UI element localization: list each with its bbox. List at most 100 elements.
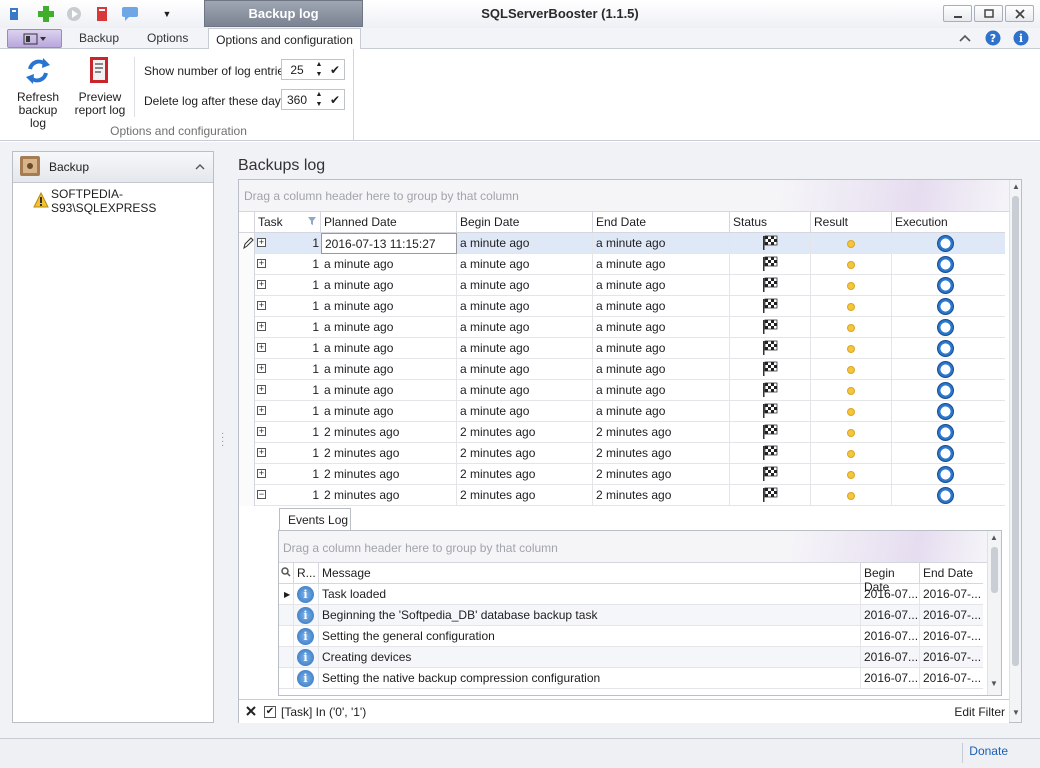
planned-date-cell[interactable]: 2 minutes ago [321,422,457,443]
column-header-message[interactable]: Message [319,563,861,584]
donate-link[interactable]: Donate [969,744,1008,758]
clear-filter-icon[interactable] [246,705,256,719]
file-menu-button[interactable] [7,29,62,48]
table-row[interactable]: +1 a minute ago a minute ago a minute ago [239,296,1005,317]
refresh-backup-log-button[interactable]: Refresh backup log [9,53,67,130]
expand-row-icon[interactable]: + [257,406,266,415]
events-vertical-scrollbar[interactable]: ▲ ▼ [987,531,1001,695]
apply-check-icon[interactable]: ✔ [326,93,344,107]
tab-backup[interactable]: Backup [79,31,119,45]
planned-date-cell[interactable]: a minute ago [321,401,457,422]
table-row[interactable]: −1 2 minutes ago 2 minutes ago 2 minutes ag… [239,485,1005,506]
report-icon[interactable] [92,4,112,24]
tab-events-log[interactable]: Events Log [279,508,351,530]
collapse-ribbon-icon[interactable] [958,31,972,48]
backup-panel-header[interactable]: Backup [13,152,213,183]
column-header-task[interactable]: Task [255,212,321,233]
about-icon[interactable]: i [1013,30,1029,49]
help-icon[interactable]: ? [985,30,1001,49]
table-row[interactable]: +1 a minute ago a minute ago a minute ago [239,317,1005,338]
run-icon[interactable] [64,4,84,24]
delete-days-spinner[interactable]: 360 ▲ ▼ ✔ [281,89,345,110]
column-header-r[interactable]: R... [294,563,319,584]
delete-days-value[interactable]: 360 [282,93,312,107]
result-cell [811,275,892,296]
list-item[interactable]: i Setting the general configuration 2016-0… [279,626,983,647]
table-row[interactable]: +1 a minute ago a minute ago a minute ago [239,401,1005,422]
planned-date-cell[interactable]: a minute ago [321,317,457,338]
finish-flag-icon [761,235,779,254]
log-entries-spinner[interactable]: 25 ▲ ▼ ✔ [281,59,345,80]
column-header-end-date[interactable]: End Date [593,212,730,233]
find-icon[interactable] [279,563,294,584]
expand-row-icon[interactable]: + [257,238,266,247]
list-item[interactable]: i Creating devices 2016-07... 2016-07-... [279,647,983,668]
column-header-result[interactable]: Result [811,212,892,233]
group-by-panel[interactable]: Drag a column header here to group by th… [239,180,1009,212]
expand-row-icon[interactable]: + [257,364,266,373]
filter-icon[interactable] [308,214,316,228]
table-row[interactable]: +1 2 minutes ago 2 minutes ago 2 minutes ag… [239,443,1005,464]
close-button[interactable] [1005,5,1034,22]
planned-date-cell[interactable]: 2 minutes ago [321,485,457,506]
table-row[interactable]: +1 a minute ago a minute ago a minute ago [239,359,1005,380]
tab-options[interactable]: Options [147,31,188,45]
planned-date-cell[interactable]: 2016-07-13 11:15:27 [321,233,457,254]
filter-enabled-checkbox[interactable]: ✔ [264,705,276,718]
planned-date-cell[interactable]: a minute ago [321,380,457,401]
table-row[interactable]: +1 a minute ago a minute ago a minute ago [239,338,1005,359]
minimize-button[interactable] [943,5,972,22]
tab-options-and-configuration[interactable]: Options and configuration [208,28,361,50]
table-row[interactable]: +1 2 minutes ago 2 minutes ago 2 minutes ag… [239,422,1005,443]
expand-row-icon[interactable]: + [257,280,266,289]
planned-date-cell[interactable]: a minute ago [321,254,457,275]
message-icon[interactable] [120,4,140,24]
panel-splitter[interactable]: · · · · [221,429,224,451]
expand-row-icon[interactable]: + [257,343,266,352]
planned-date-cell[interactable]: a minute ago [321,338,457,359]
customize-toolbar-icon[interactable]: ▼ [157,4,177,24]
table-row[interactable]: +1 2016-07-13 11:15:27 a minute ago a minut… [239,233,1005,254]
planned-date-cell[interactable]: a minute ago [321,275,457,296]
preview-report-log-button[interactable]: Preview report log [71,53,129,117]
edit-filter-link[interactable]: Edit Filter [954,705,1005,719]
table-row[interactable]: +1 a minute ago a minute ago a minute ago [239,380,1005,401]
add-icon[interactable] [36,4,56,24]
column-header-event-begin-date[interactable]: Begin Date [861,563,920,594]
app-menu-icon[interactable] [4,4,24,24]
expand-row-icon[interactable]: + [257,301,266,310]
expand-row-icon[interactable]: + [257,259,266,268]
column-header-begin-date[interactable]: Begin Date [457,212,593,233]
expand-row-icon[interactable]: − [257,490,266,499]
expand-row-icon[interactable]: + [257,322,266,331]
planned-date-cell[interactable]: a minute ago [321,296,457,317]
tree-item-server[interactable]: SOFTPEDIA-S93\SQLEXPRESS [33,187,213,215]
filter-expression[interactable]: [Task] In ('0', '1') [281,705,366,719]
expand-row-icon[interactable]: + [257,448,266,457]
column-header-status[interactable]: Status [730,212,811,233]
planned-date-cell[interactable]: a minute ago [321,359,457,380]
expand-row-icon[interactable]: + [257,427,266,436]
expand-row-icon[interactable]: + [257,385,266,394]
list-item[interactable]: ▶ i Task loaded 2016-07... 2016-07-... [279,584,983,605]
list-item[interactable]: i Beginning the 'Softpedia_DB' database b… [279,605,983,626]
log-entries-value[interactable]: 25 [282,63,312,77]
planned-date-cell[interactable]: 2 minutes ago [321,464,457,485]
grid-vertical-scrollbar[interactable]: ▲ ▼ [1009,180,1021,722]
planned-date-cell[interactable]: 2 minutes ago [321,443,457,464]
events-group-by-panel[interactable]: Drag a column header here to group by th… [279,531,987,563]
collapse-panel-icon[interactable] [195,160,205,174]
column-header-event-end-date[interactable]: End Date [920,563,983,584]
table-row[interactable]: +1 a minute ago a minute ago a minute ago [239,254,1005,275]
spinner-arrows-icon[interactable]: ▲ ▼ [312,60,326,79]
warning-icon [33,191,49,211]
table-row[interactable]: +1 a minute ago a minute ago a minute ago [239,275,1005,296]
spinner-arrows-icon[interactable]: ▲ ▼ [312,90,326,109]
column-header-planned-date[interactable]: Planned Date [321,212,457,233]
table-row[interactable]: +1 2 minutes ago 2 minutes ago 2 minutes ag… [239,464,1005,485]
apply-check-icon[interactable]: ✔ [326,63,344,77]
maximize-button[interactable] [974,5,1003,22]
column-header-execution[interactable]: Execution [892,212,1005,233]
list-item[interactable]: i Setting the native backup compression c… [279,668,983,689]
expand-row-icon[interactable]: + [257,469,266,478]
